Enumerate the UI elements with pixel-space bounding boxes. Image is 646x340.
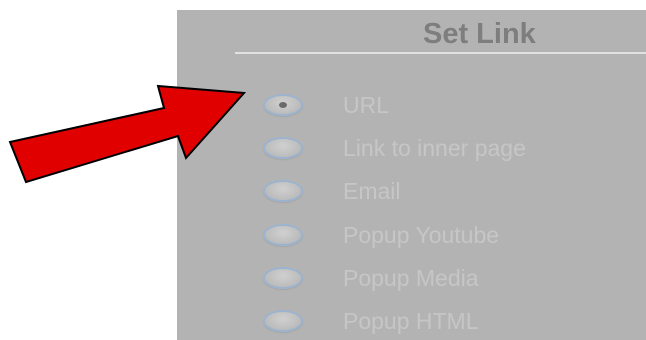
arrow-shape bbox=[8, 84, 247, 184]
pointer-arrow-icon bbox=[8, 84, 247, 184]
